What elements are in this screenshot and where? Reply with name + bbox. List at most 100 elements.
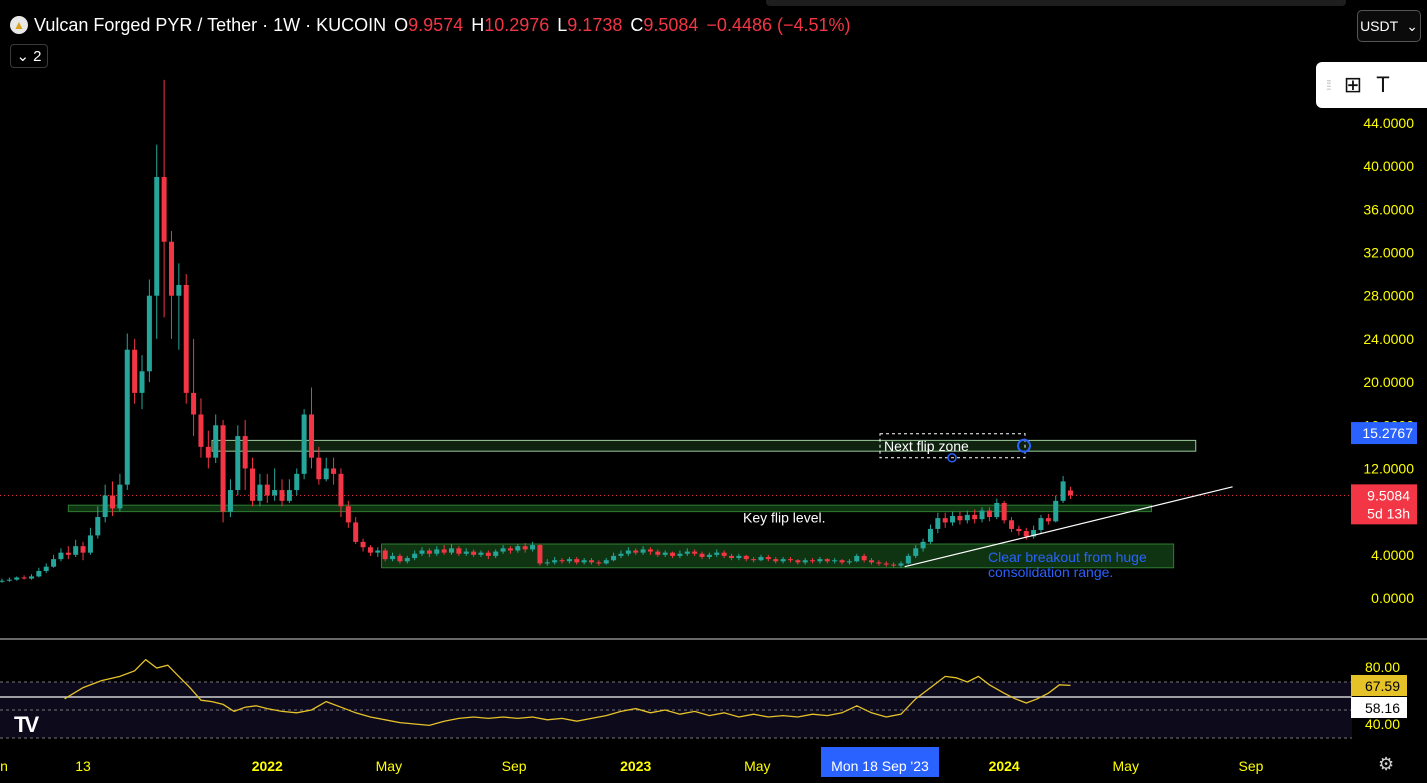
chevron-down-icon: ⌄ [16, 48, 30, 65]
time-tick-label: n [0, 758, 8, 774]
candle-body [633, 550, 639, 553]
candle-body [507, 548, 513, 551]
candle-body [404, 558, 410, 562]
time-tick-label: 2024 [989, 758, 1020, 774]
candle-body [316, 457, 322, 480]
candle-body [1009, 520, 1015, 529]
key-flip-label: Key flip level. [743, 509, 825, 525]
tradingview-logo-icon[interactable]: TV [14, 712, 39, 738]
candle-body [957, 515, 963, 521]
candle-body [43, 566, 49, 572]
time-tick-label: May [376, 758, 402, 774]
candle-body [861, 555, 867, 561]
price-tick-label: 32.0000 [1363, 245, 1414, 261]
candle [301, 409, 307, 480]
rsi-signal-label: 58.16 [1365, 700, 1400, 716]
candle-body [898, 563, 904, 566]
candle-body [471, 551, 477, 555]
candle-body [1045, 518, 1051, 522]
candle-body [854, 555, 860, 562]
candle-body [942, 518, 948, 523]
indicator-count: 2 [33, 47, 42, 65]
time-tick-label: 13 [75, 758, 91, 774]
crosshair-date-label: Mon 18 Sep '23 [831, 758, 929, 774]
symbol-title[interactable]: Vulcan Forged PYR / Tether · 1W · KUCOIN [34, 15, 386, 36]
next-flip-zone [211, 439, 1197, 452]
candle-body [485, 552, 491, 556]
candle-body [382, 550, 388, 560]
candle-body [714, 552, 720, 555]
candle-body [743, 555, 749, 560]
time-tick-label: May [744, 758, 770, 774]
candle-body [242, 436, 248, 469]
candle-body [419, 550, 425, 554]
candle-body [412, 553, 418, 559]
candle-body [353, 522, 359, 542]
rsi-band-fill [0, 682, 1352, 738]
price-chart[interactable]: Next flip zone Key flip level. Clear break… [0, 0, 1427, 783]
candle-body [876, 562, 882, 564]
candle-body [191, 392, 197, 415]
price-tick-label: 28.0000 [1363, 288, 1414, 304]
breakout-label: consolidation range. [988, 564, 1113, 580]
candle-body [80, 546, 86, 553]
drawing-toolbar: ⁞⁞ ⊞ T [1316, 62, 1427, 108]
candle-body [367, 547, 373, 553]
close-key: C [630, 14, 644, 35]
high-key: H [471, 14, 485, 35]
candle-body [972, 514, 978, 520]
candle-body [14, 577, 20, 580]
candle-body [154, 176, 160, 296]
candle [124, 333, 130, 491]
candle-body [905, 555, 911, 564]
candle-body [146, 295, 152, 372]
drag-handle-icon[interactable]: ⁞⁞ [1326, 77, 1332, 93]
candle-body [729, 555, 735, 559]
candle-body [662, 552, 668, 555]
time-tick-label: May [1113, 758, 1139, 774]
candle-body [338, 473, 344, 507]
candle-body [132, 349, 138, 393]
candle-body [390, 555, 396, 560]
object-tree-icon[interactable]: ⊞ [1344, 72, 1362, 98]
time-tick-label: Sep [1239, 758, 1264, 774]
candle-body [647, 549, 653, 552]
collapse-indicators-button[interactable]: ⌄ 2 [10, 44, 48, 68]
candle-body [375, 550, 381, 553]
candle [1001, 500, 1007, 524]
candle-body [559, 560, 565, 562]
candle-body [692, 551, 698, 554]
candle-body [655, 551, 661, 555]
candle-body [950, 515, 956, 523]
candle-body [110, 495, 116, 509]
symbol-legend: ▲ Vulcan Forged PYR / Tether · 1W · KUCO… [10, 12, 851, 38]
candle-body [677, 553, 683, 556]
candle-body [183, 284, 189, 393]
candle-body [139, 371, 145, 393]
candle-body [846, 561, 852, 563]
candle-body [397, 555, 403, 562]
last-price-label: 9.5084 [1367, 487, 1410, 503]
next-flip-label: Next flip zone [884, 438, 969, 454]
candle-body [927, 528, 933, 542]
candle [537, 544, 543, 566]
text-tool-icon[interactable]: T [1376, 72, 1389, 98]
candle-body [0, 580, 5, 582]
candle-body [448, 548, 454, 553]
candle-body [979, 510, 985, 520]
change-value: −0.4486 (−4.51%) [706, 14, 851, 35]
candle-body [1001, 503, 1007, 521]
candle-body [1060, 481, 1066, 501]
currency-select[interactable]: USDT ⌄ [1357, 10, 1421, 42]
rsi-tick-label: 40.00 [1365, 716, 1400, 732]
open-key: O [394, 14, 409, 35]
candle-body [618, 553, 624, 556]
candle-body [787, 559, 793, 561]
candle-body [817, 559, 823, 562]
low-key: L [557, 14, 568, 35]
gear-icon[interactable]: ⚙ [1378, 754, 1394, 775]
candle-body [699, 553, 705, 557]
countdown-label: 5d 13h [1367, 505, 1410, 521]
candle-body [684, 551, 690, 554]
candle-body [913, 548, 919, 556]
